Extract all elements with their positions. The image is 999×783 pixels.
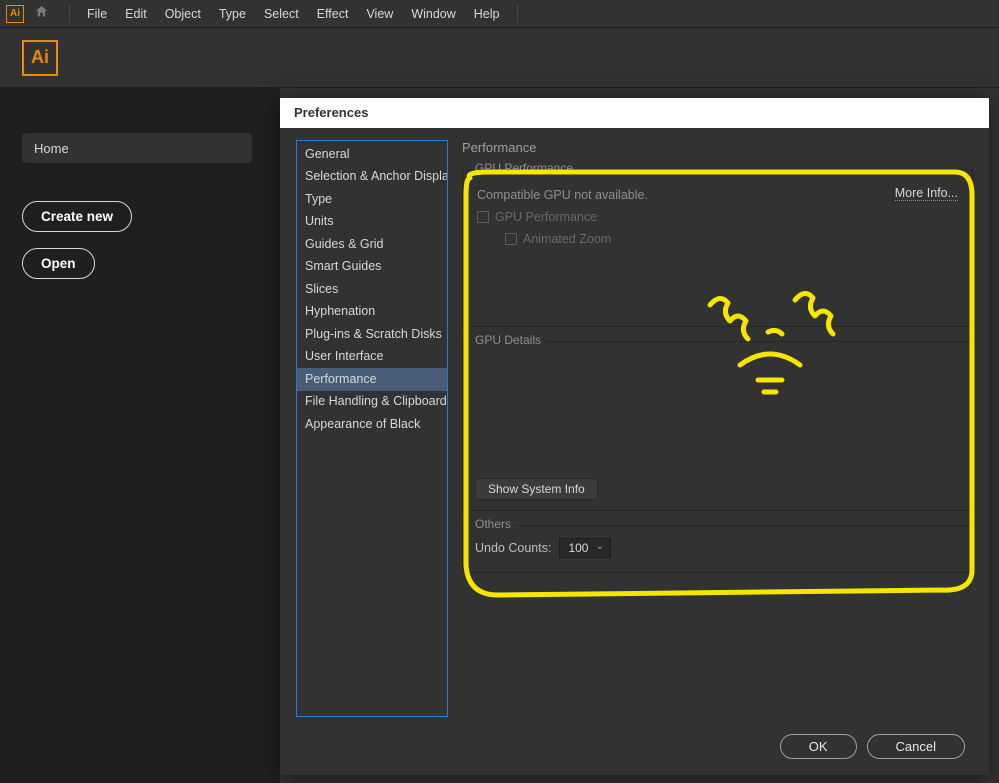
gpu-performance-label: GPU Performance: [471, 161, 577, 175]
preferences-dialog: Preferences General Selection & Anchor D…: [280, 98, 989, 775]
gpu-performance-group: GPU Performance Compatible GPU not avail…: [462, 169, 973, 327]
menu-help[interactable]: Help: [465, 7, 509, 21]
menu-effect[interactable]: Effect: [308, 7, 358, 21]
app-bar: Ai: [0, 28, 999, 88]
preferences-category-list: General Selection & Anchor Display Type …: [296, 140, 448, 717]
more-info-link[interactable]: More Info...: [895, 186, 958, 201]
dialog-title: Preferences: [280, 98, 989, 128]
home-icon[interactable]: [34, 4, 49, 23]
cat-smart-guides[interactable]: Smart Guides: [297, 256, 447, 279]
cat-units[interactable]: Units: [297, 211, 447, 234]
menu-bar: Ai File Edit Object Type Select Effect V…: [0, 0, 999, 28]
preferences-panel: Performance GPU Performance Compatible G…: [462, 140, 973, 717]
gpu-performance-checkbox-row: GPU Performance: [477, 210, 960, 224]
gpu-performance-checkbox[interactable]: [477, 211, 489, 223]
menu-divider: [69, 5, 70, 23]
cat-guides-grid[interactable]: Guides & Grid: [297, 233, 447, 256]
dialog-footer: OK Cancel: [280, 717, 989, 775]
cat-performance[interactable]: Performance: [297, 368, 447, 391]
menu-type[interactable]: Type: [210, 7, 255, 21]
menu-file[interactable]: File: [78, 7, 116, 21]
cat-selection-anchor[interactable]: Selection & Anchor Display: [297, 166, 447, 189]
panel-title: Performance: [462, 140, 973, 155]
cat-general[interactable]: General: [297, 143, 447, 166]
home-label[interactable]: Home: [22, 133, 252, 163]
cat-type[interactable]: Type: [297, 188, 447, 211]
cat-user-interface[interactable]: User Interface: [297, 346, 447, 369]
menu-edit[interactable]: Edit: [116, 7, 156, 21]
home-panel: Home Create new Open: [0, 88, 280, 783]
menu-divider: [517, 5, 518, 23]
open-button[interactable]: Open: [22, 248, 95, 279]
cat-slices[interactable]: Slices: [297, 278, 447, 301]
others-label: Others: [471, 517, 515, 531]
undo-counts-select[interactable]: 100: [559, 538, 611, 558]
show-system-info-button[interactable]: Show System Info: [475, 478, 598, 500]
ok-button[interactable]: OK: [780, 734, 857, 759]
menu-object[interactable]: Object: [156, 7, 210, 21]
menu-window[interactable]: Window: [402, 7, 464, 21]
gpu-details-label: GPU Details: [471, 333, 545, 347]
gpu-details-group: GPU Details Show System Info: [462, 341, 973, 511]
cat-plugins-scratch[interactable]: Plug-ins & Scratch Disks: [297, 323, 447, 346]
animated-zoom-checkbox-row: Animated Zoom: [505, 232, 960, 246]
cat-hyphenation[interactable]: Hyphenation: [297, 301, 447, 324]
app-badge-icon: Ai: [6, 5, 24, 23]
menu-view[interactable]: View: [357, 7, 402, 21]
animated-zoom-checkbox[interactable]: [505, 233, 517, 245]
create-new-button[interactable]: Create new: [22, 201, 132, 232]
menu-select[interactable]: Select: [255, 7, 308, 21]
cat-file-handling[interactable]: File Handling & Clipboard: [297, 391, 447, 414]
cancel-button[interactable]: Cancel: [867, 734, 965, 759]
cat-appearance-black[interactable]: Appearance of Black: [297, 413, 447, 436]
gpu-performance-checkbox-label: GPU Performance: [495, 210, 597, 224]
gpu-message: Compatible GPU not available.: [477, 188, 960, 202]
others-group: Others Undo Counts: 100: [462, 525, 973, 573]
animated-zoom-checkbox-label: Animated Zoom: [523, 232, 611, 246]
undo-counts-label: Undo Counts:: [475, 541, 551, 555]
illustrator-logo-icon: Ai: [22, 40, 58, 76]
